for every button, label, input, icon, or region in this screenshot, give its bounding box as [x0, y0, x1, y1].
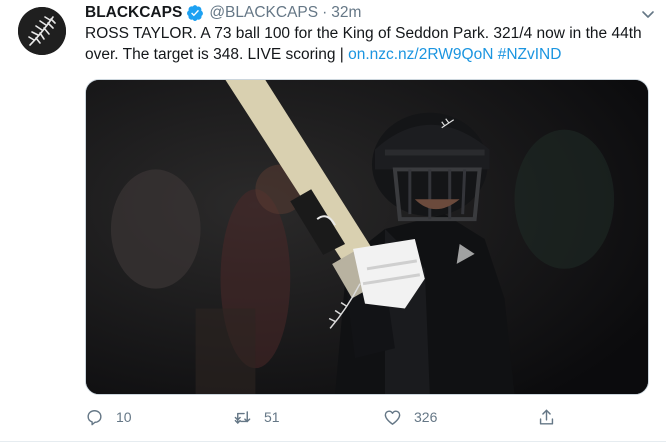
share-icon [539, 409, 554, 425]
display-name[interactable]: BLACKCAPS [85, 4, 182, 22]
heart-icon [384, 409, 401, 425]
separator: · [322, 4, 328, 21]
cricket-player-photo [86, 80, 648, 394]
hashtag-link[interactable]: #NZvIND [498, 46, 562, 63]
tweet-link[interactable]: on.nzc.nz/2RW9QoN [348, 46, 493, 63]
chevron-down-icon[interactable] [640, 6, 656, 22]
reply-icon [87, 409, 102, 425]
tweet-header: BLACKCAPS @BLACKCAPS · 32m [85, 3, 361, 23]
avatar[interactable] [18, 7, 66, 55]
verified-badge-icon [187, 5, 204, 21]
tweet-actions: 10 51 326 [85, 404, 649, 430]
timestamp[interactable]: 32m [331, 4, 361, 22]
retweet-icon [234, 410, 251, 424]
silver-fern-icon [18, 7, 66, 55]
retweet-count: 51 [264, 409, 280, 425]
tweet-photo[interactable] [85, 79, 649, 395]
tweet-text: ROSS TAYLOR. A 73 ball 100 for the King … [85, 24, 645, 65]
handle[interactable]: @BLACKCAPS [209, 4, 318, 22]
share-button[interactable] [537, 404, 568, 430]
reply-count: 10 [116, 409, 132, 425]
retweet-button[interactable]: 51 [233, 404, 280, 430]
tweet-card[interactable]: BLACKCAPS @BLACKCAPS · 32m ROSS TAYLOR. … [0, 0, 666, 442]
reply-button[interactable]: 10 [85, 404, 132, 430]
like-count: 326 [414, 409, 438, 425]
like-button[interactable]: 326 [383, 404, 437, 430]
